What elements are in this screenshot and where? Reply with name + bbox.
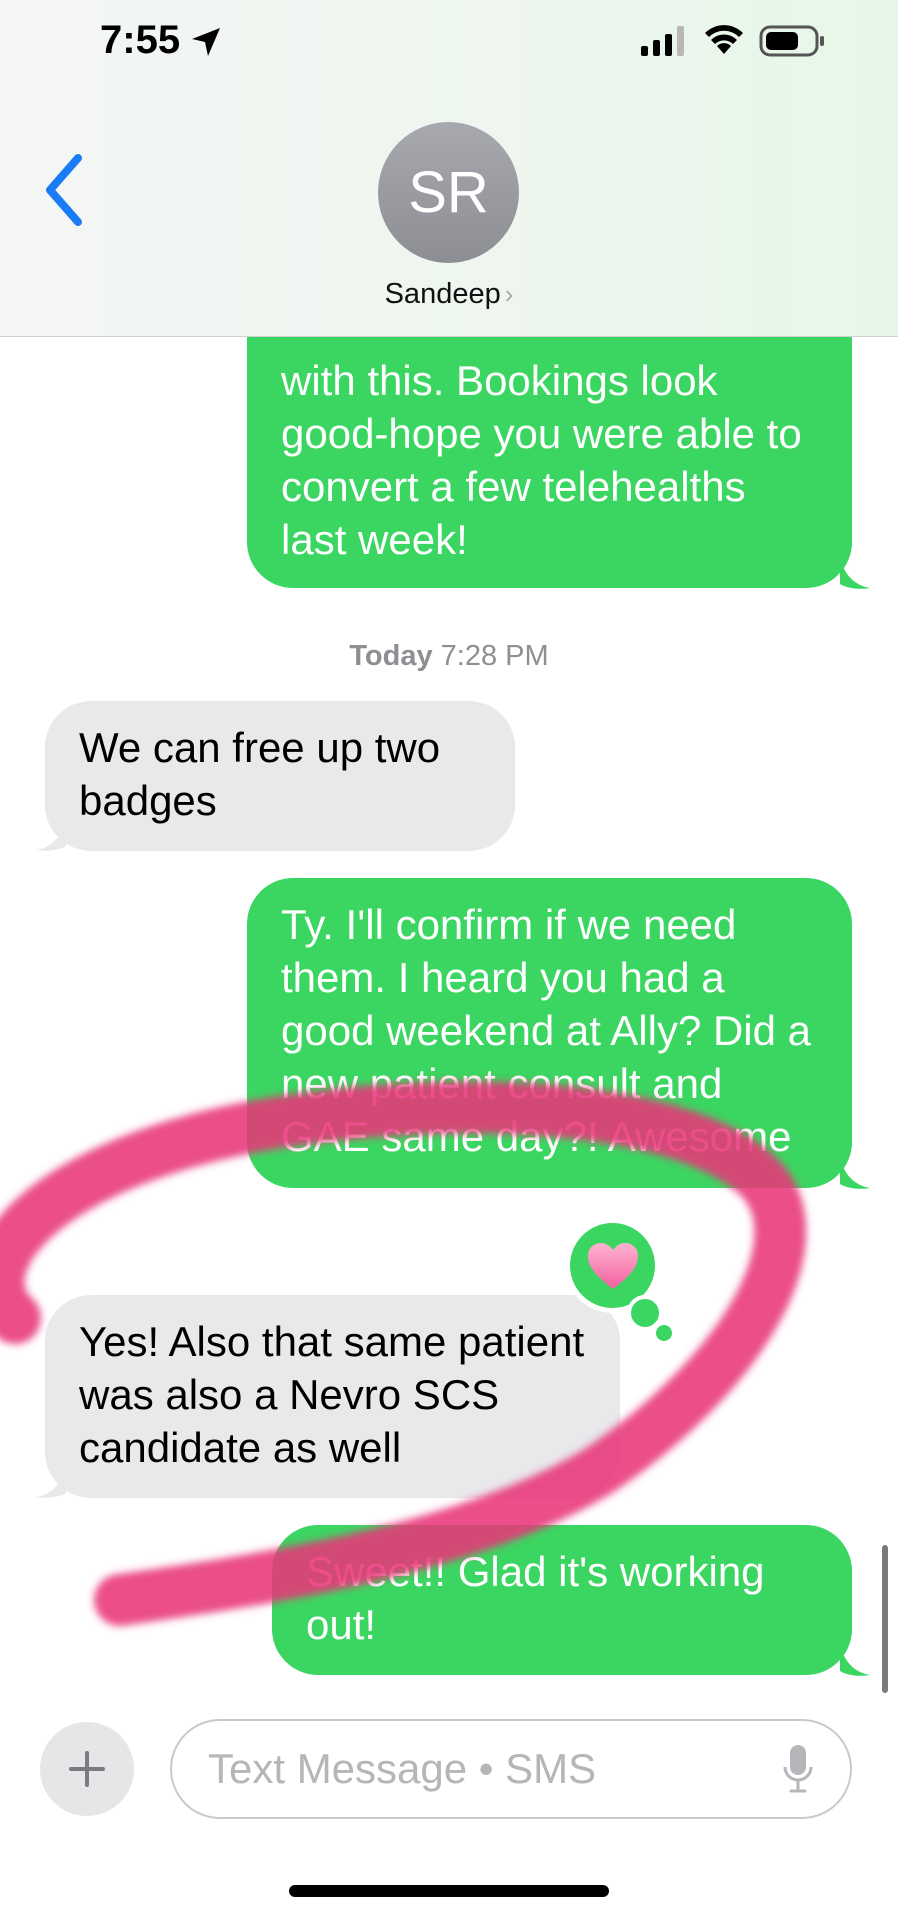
add-attachment-button[interactable] [40,1722,134,1816]
home-indicator[interactable] [289,1885,609,1897]
timestamp: Today 7:28 PM [0,640,898,673]
wifi-icon [705,25,743,54]
message-input-placeholder: Text Message • SMS [208,1745,597,1792]
tapback-dot [653,1322,675,1344]
status-time: 7:55 [100,18,181,62]
back-chevron-icon[interactable] [42,150,86,230]
message-text: with this. Bookings look good-hope you w… [281,357,802,563]
message-incoming[interactable]: We can free up two badges [45,701,515,851]
plus-icon [69,1751,105,1787]
scrollbar[interactable] [882,1545,888,1693]
message-incoming[interactable]: Yes! Also that same patient was also a N… [45,1295,620,1498]
pink-heart-icon [587,1242,638,1289]
bubble-tail [36,818,66,851]
contact-name: Sandeep [384,278,501,310]
location-arrow-icon [192,28,220,56]
timestamp-day: Today [349,640,433,672]
battery-icon [759,25,824,57]
bubble-tail [840,1643,870,1676]
message-text: Yes! Also that same patient was also a N… [79,1318,585,1471]
bubble-tail [840,1156,870,1189]
contact-name-row[interactable]: Sandeep › [0,278,898,311]
contact-avatar[interactable]: SR [378,122,519,263]
message-outgoing[interactable]: Ty. I'll confirm if we need them. I hear… [247,878,852,1188]
message-outgoing[interactable]: Sweet!! Glad it's working out! [272,1525,852,1675]
microphone-icon[interactable] [782,1743,814,1795]
bubble-tail [840,556,870,589]
cellular-signal-icon [641,26,684,56]
conversation-header: 7:55 SR Sandeep › [0,0,898,337]
message-input[interactable]: Text Message • SMS [170,1719,852,1819]
chevron-right-icon: › [504,279,514,309]
message-text: We can free up two badges [79,724,441,824]
message-text: Sweet!! Glad it's working out! [306,1548,765,1648]
bubble-tail [36,1465,66,1498]
timestamp-time: 7:28 PM [440,640,549,672]
message-text: Ty. I'll confirm if we need them. I hear… [281,901,812,1160]
message-outgoing[interactable]: with this. Bookings look good-hope you w… [247,318,852,588]
